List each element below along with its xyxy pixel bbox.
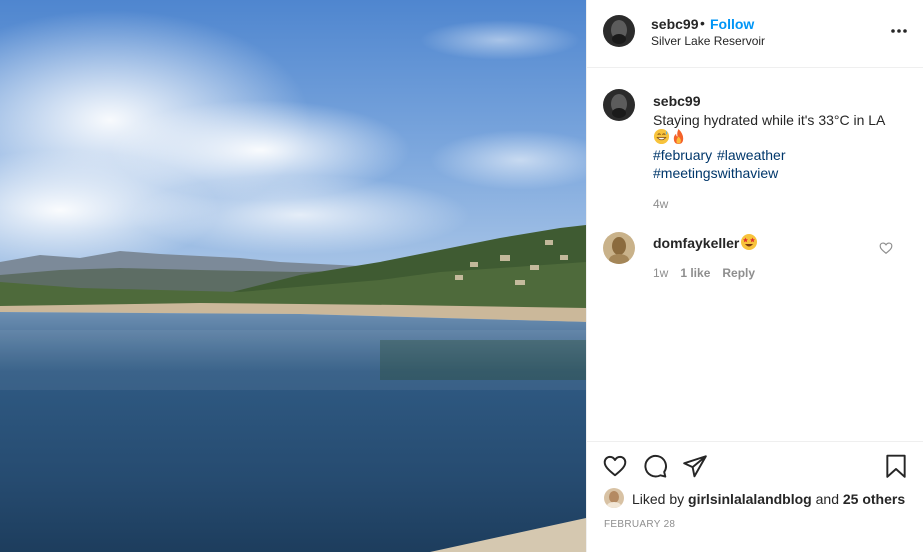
author-username[interactable]: sebc99 bbox=[651, 16, 698, 32]
liked-by-line: Liked by girlsinlalalandblog and 25 othe… bbox=[632, 491, 905, 507]
bookmark-icon[interactable] bbox=[883, 453, 909, 479]
instagram-post: sebc99 • Follow Silver Lake Reservoir se… bbox=[0, 0, 923, 552]
separator-dot: • bbox=[700, 15, 705, 31]
liked-by-user[interactable]: girlsinlalalandblog bbox=[688, 491, 812, 507]
post-header: sebc99 • Follow Silver Lake Reservoir bbox=[587, 0, 923, 68]
share-paper-plane-icon[interactable] bbox=[682, 453, 708, 479]
liked-by-prefix: Liked by bbox=[632, 491, 685, 507]
post-photo[interactable] bbox=[0, 0, 586, 552]
comment-meta: 1w 1 like Reply bbox=[653, 266, 755, 280]
caption-username[interactable]: sebc99 bbox=[653, 93, 700, 109]
comment-like-heart-icon[interactable] bbox=[879, 241, 893, 255]
heart-icon[interactable] bbox=[602, 453, 628, 479]
liked-by-others[interactable]: 25 others bbox=[843, 491, 905, 507]
follow-button[interactable]: Follow bbox=[710, 16, 754, 32]
hashtag-meetingswithaview[interactable]: #meetingswithaview bbox=[653, 165, 778, 181]
location-link[interactable]: Silver Lake Reservoir bbox=[651, 34, 765, 48]
post-actions: Liked by girlsinlalalandblog and 25 othe… bbox=[587, 441, 923, 552]
commenter-username[interactable]: domfaykeller bbox=[653, 235, 739, 251]
caption-emojis bbox=[653, 128, 686, 146]
liked-by-and: and bbox=[815, 491, 839, 507]
fire-emoji bbox=[673, 129, 684, 144]
reservoir-photo bbox=[0, 0, 586, 552]
comment-likes[interactable]: 1 like bbox=[680, 266, 710, 280]
commenter-avatar[interactable] bbox=[603, 232, 635, 264]
author-avatar[interactable] bbox=[603, 15, 635, 47]
post-side-panel: sebc99 • Follow Silver Lake Reservoir se… bbox=[586, 0, 923, 552]
comment-icon[interactable] bbox=[642, 453, 668, 479]
hashtag-february[interactable]: #february bbox=[653, 147, 712, 163]
grinning-sweat-emoji bbox=[653, 128, 670, 145]
star-struck-emoji bbox=[741, 234, 757, 250]
hashtag-laweather[interactable]: #laweather bbox=[717, 147, 786, 163]
reply-button[interactable]: Reply bbox=[722, 266, 755, 280]
liker-avatar[interactable] bbox=[604, 488, 624, 508]
comment-timestamp[interactable]: 1w bbox=[653, 266, 668, 280]
caption-author-avatar[interactable] bbox=[603, 89, 635, 121]
caption-text: Staying hydrated while it's 33°C in LA bbox=[653, 112, 886, 128]
post-date[interactable]: FEBRUARY 28 bbox=[604, 519, 675, 530]
caption-timestamp[interactable]: 4w bbox=[653, 197, 668, 211]
more-horizontal-icon[interactable] bbox=[889, 23, 909, 39]
